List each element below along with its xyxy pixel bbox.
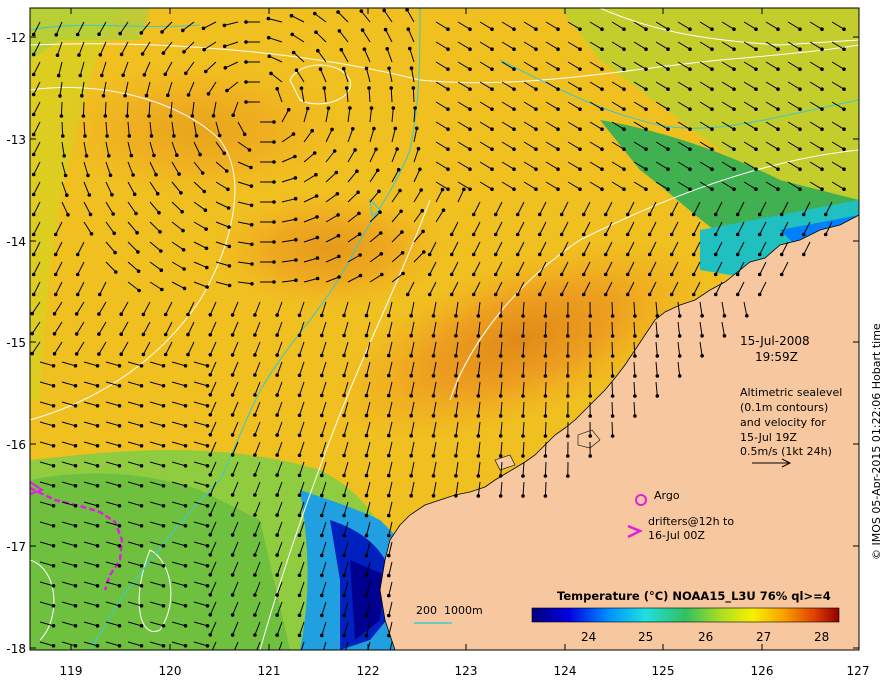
info-line: and velocity for: [740, 416, 826, 429]
info-line: 0.5m/s (1kt 24h): [740, 445, 832, 458]
isobath-legend-label: 200 1000m: [416, 604, 483, 617]
map-date: 15-Jul-2008: [740, 334, 810, 348]
drifter-legend-label: drifters@12h to: [648, 515, 735, 528]
info-line: Altimetric sealevel: [740, 386, 843, 399]
lon-tick-label: 125: [651, 664, 675, 678]
lat-tick-label: -12: [6, 31, 26, 45]
map-time: 19:59Z: [755, 350, 798, 364]
colorbar-tick: 27: [756, 630, 772, 644]
colorbar-tick: 26: [698, 630, 714, 644]
map-area: [30, 8, 859, 650]
lon-tick-label: 127: [846, 664, 870, 678]
lon-tick-label: 122: [356, 664, 380, 678]
colorbar-tick: 24: [581, 630, 597, 644]
colorbar-tick: 28: [814, 630, 830, 644]
lat-tick-label: -18: [6, 642, 26, 656]
colorbar-title: Temperature (°C) NOAA15_L3U 76% ql>=4: [557, 589, 831, 603]
credit-text: © IMOS 05-Apr-2015 01:22:06 Hobart time: [870, 323, 880, 560]
lon-tick-label: 124: [553, 664, 577, 678]
colorbar: [531, 607, 840, 623]
lon-tick-label: 123: [454, 664, 478, 678]
lon-tick-label: 120: [158, 664, 182, 678]
lon-tick-label: 119: [59, 664, 83, 678]
argo-legend-label: Argo: [654, 489, 680, 502]
lon-tick-label: 121: [257, 664, 281, 678]
lat-tick-label: -14: [6, 235, 26, 249]
lat-tick-label: -16: [6, 438, 26, 452]
colorbar-tick: 25: [638, 630, 654, 644]
lon-tick-label: 126: [750, 664, 774, 678]
drifter-legend-label: 16-Jul 00Z: [648, 529, 705, 542]
info-line: (0.1m contours): [740, 401, 829, 414]
lat-tick-label: -17: [6, 540, 26, 554]
info-line: 15-Jul 19Z: [740, 431, 797, 444]
lat-tick-label: -13: [6, 133, 26, 147]
lat-tick-label: -15: [6, 336, 26, 350]
